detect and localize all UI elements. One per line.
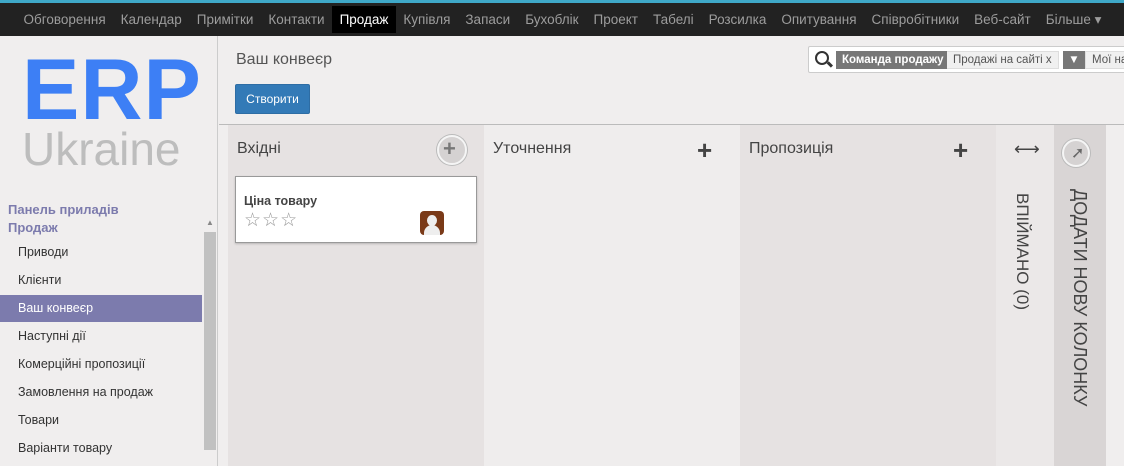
search-icon[interactable] xyxy=(815,51,829,65)
facet-value: Продажі на сайті x xyxy=(947,51,1059,69)
column-title: Вхідні xyxy=(237,140,281,157)
column-title: Уточнення xyxy=(493,140,572,157)
star-icon[interactable]: ☆ xyxy=(280,210,298,231)
nav-item[interactable]: Обговорення xyxy=(16,6,113,33)
nav-item[interactable]: Проект xyxy=(586,6,645,33)
star-icon[interactable]: ☆ xyxy=(244,210,262,231)
nav-item[interactable]: Контакти xyxy=(261,6,332,33)
search-bar[interactable]: Команда продажу Продажі на сайті x ▼ Мої… xyxy=(808,46,1124,73)
sidebar-section-dashboard[interactable]: Панель приладів xyxy=(8,202,119,217)
nav-item[interactable]: Продаж xyxy=(332,6,396,33)
logo-ukraine: Ukraine xyxy=(22,123,181,175)
unfold-arrows-icon[interactable]: ⟷ xyxy=(1014,139,1040,160)
sidebar: ERP Ukraine Панель приладів Продаж Приво… xyxy=(0,36,218,466)
facet-label: Команда продажу xyxy=(836,51,950,69)
nav-item[interactable]: Опитування xyxy=(774,6,864,33)
nav-item[interactable]: Запаси xyxy=(458,6,518,33)
nav-item[interactable]: Примітки xyxy=(189,6,261,33)
avatar xyxy=(420,211,444,235)
kanban-column-qualification: Уточнення + xyxy=(484,125,740,466)
page-title: Ваш конвеєр xyxy=(236,51,333,68)
sidebar-section-sales[interactable]: Продаж xyxy=(8,220,58,235)
create-button[interactable]: Створити xyxy=(235,84,310,114)
facet-value-text: Продажі на сайті xyxy=(953,54,1043,66)
sidebar-item[interactable]: Ваш конвеєр xyxy=(0,295,202,322)
nav-item[interactable]: Розсилка xyxy=(701,6,774,33)
nav-item[interactable]: Календар xyxy=(113,6,189,33)
facet-remove-icon[interactable]: x xyxy=(1046,54,1052,66)
add-column-icon[interactable]: ➚ xyxy=(1062,139,1090,167)
add-column[interactable]: ➚ ДОДАТИ НОВУ КОЛОНКУ xyxy=(1054,125,1106,466)
add-card-icon[interactable]: + xyxy=(437,135,467,165)
kanban-column-proposition: Пропозиція + xyxy=(740,125,996,466)
nav-item[interactable]: Веб-сайт xyxy=(967,6,1039,33)
nav-item[interactable]: Більше ▾ xyxy=(1038,6,1109,33)
sidebar-item[interactable]: Наступні дії xyxy=(0,323,202,350)
nav-item[interactable]: Співробітники xyxy=(864,6,967,33)
logo-erp: ERP xyxy=(22,42,202,138)
column-title: Пропозиція xyxy=(749,140,834,157)
nav-item[interactable]: Табелі xyxy=(645,6,701,33)
nav-item[interactable]: Бухоблік xyxy=(518,6,586,33)
add-card-icon[interactable]: + xyxy=(953,137,968,163)
card-title: Ціна товару xyxy=(244,194,318,208)
add-card-icon[interactable]: + xyxy=(697,137,712,163)
sidebar-scrollbar[interactable]: ▲ xyxy=(203,216,217,466)
priority-stars[interactable]: ☆☆☆ xyxy=(244,209,298,232)
kanban-column-folded-won[interactable]: ⟷ ВПІЙМАНО (0) xyxy=(996,125,1054,466)
scroll-up-icon[interactable]: ▲ xyxy=(206,218,214,227)
sidebar-item[interactable]: Клієнти xyxy=(0,267,202,294)
sidebar-item[interactable]: Замовлення на продаж xyxy=(0,379,202,406)
nav-item[interactable]: Купівля xyxy=(396,6,458,33)
sidebar-item[interactable]: Товари xyxy=(0,407,202,434)
sidebar-item[interactable]: Варіанти товару xyxy=(0,435,202,462)
sidebar-item[interactable]: Комерційні пропозиції xyxy=(0,351,202,378)
add-column-label[interactable]: ДОДАТИ НОВУ КОЛОНКУ xyxy=(1069,189,1090,406)
filter-icon: ▼ xyxy=(1063,51,1085,69)
scrollbar-thumb[interactable] xyxy=(204,232,216,450)
erp-ukraine-logo[interactable]: ERP Ukraine xyxy=(22,42,202,175)
star-icon[interactable]: ☆ xyxy=(262,210,280,231)
kanban-card[interactable]: Ціна товару ☆☆☆ xyxy=(235,176,477,243)
folded-column-title: ВПІЙМАНО (0) xyxy=(1013,193,1032,310)
sidebar-item[interactable]: Приводи xyxy=(0,239,202,266)
top-nav: Обговорення Календар Примітки Контакти Прода… xyxy=(0,3,1124,36)
facet-value-filter: Мої на xyxy=(1085,51,1124,69)
